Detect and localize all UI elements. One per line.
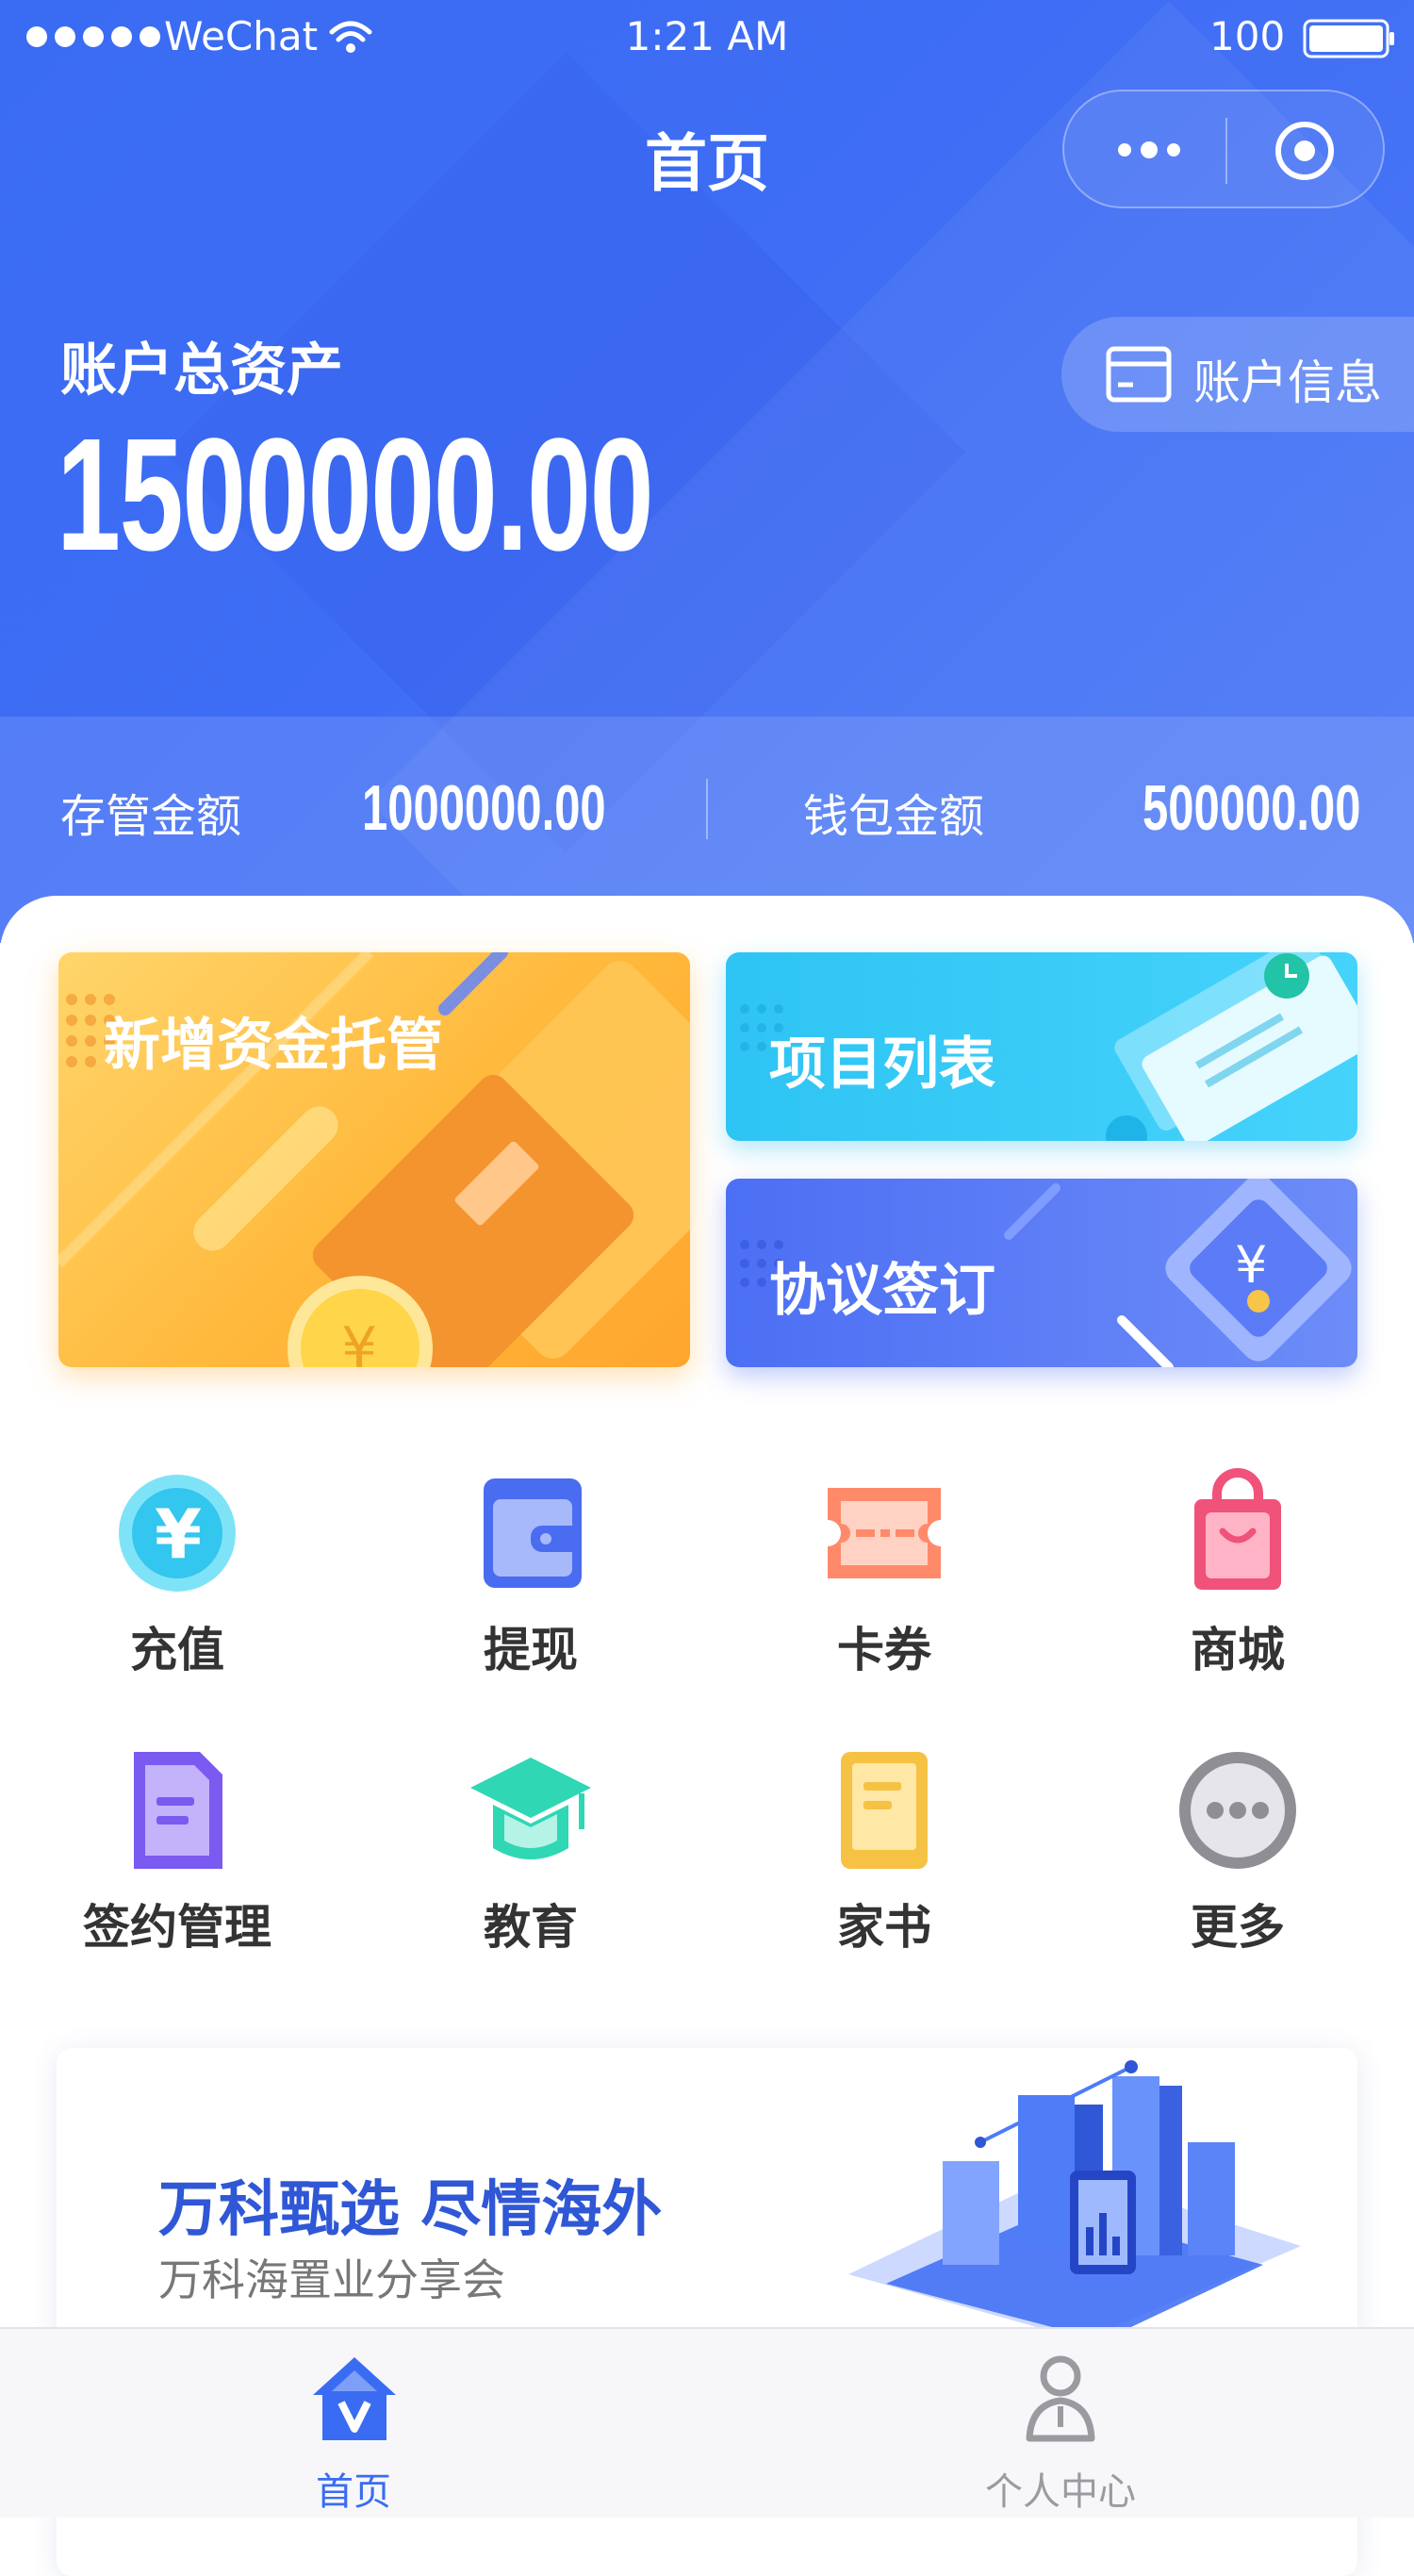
more-icon [1172, 1744, 1304, 1876]
grid-item-recharge[interactable]: ¥ 充值 [36, 1467, 319, 1680]
tab-profile-label: 个人中心 [985, 2470, 1136, 2514]
mini-program-capsule [1062, 90, 1385, 208]
grid-item-more[interactable]: 更多 [1096, 1744, 1379, 1957]
tab-bar: 首页 个人中心 [0, 2327, 1414, 2518]
grid-item-family-letter[interactable]: 家书 [743, 1744, 1026, 1957]
grid-item-mall[interactable]: 商城 [1096, 1467, 1379, 1680]
account-header: WeChat 1:21 AM 100 首页 账户总资产 1500000.00 账… [0, 0, 1414, 943]
account-info-button[interactable]: 账户信息 [1061, 317, 1414, 432]
grid-item-withdraw[interactable]: 提现 [389, 1467, 672, 1680]
close-target-icon[interactable] [1272, 118, 1338, 184]
card-icon [1106, 346, 1172, 403]
grid-item-label: 卡券 [837, 1623, 931, 1677]
project-list-title: 项目列表 [769, 1032, 995, 1098]
wallet-amount-label: 钱包金额 [803, 790, 985, 843]
wallet-amount-value: 500000.00 [1143, 772, 1361, 844]
total-assets-amount: 1500000.00 [57, 405, 654, 585]
tab-home-label: 首页 [316, 2470, 391, 2514]
status-bar: WeChat 1:21 AM 100 [0, 0, 1414, 75]
svg-text:¥: ¥ [155, 1494, 202, 1574]
new-custody-card[interactable]: ¥ 新增资金托管 [58, 952, 690, 1367]
promo-subtitle: 万科海置业分享会 [158, 2254, 505, 2305]
status-time: 1:21 AM [625, 13, 789, 59]
promo-title: 万科甄选 尽情海外 [158, 2175, 663, 2245]
book-icon [818, 1744, 950, 1876]
custody-amount-value: 1000000.00 [362, 772, 606, 844]
custody-amount-label: 存管金额 [60, 790, 242, 843]
grid-item-label: 充值 [130, 1623, 224, 1677]
grid-item-label: 家书 [837, 1900, 931, 1955]
total-assets-label: 账户总资产 [60, 338, 343, 404]
person-icon [1026, 2355, 1095, 2442]
grid-item-label: 更多 [1191, 1900, 1285, 1955]
account-info-label: 账户信息 [1193, 355, 1382, 410]
home-icon [313, 2357, 396, 2440]
graduation-cap-icon [465, 1744, 597, 1876]
grid-item-label: 提现 [484, 1623, 578, 1677]
shopping-bag-icon [1172, 1467, 1304, 1599]
grid-item-contract-management[interactable]: 签约管理 [36, 1744, 319, 1957]
grid-item-coupons[interactable]: 卡券 [743, 1467, 1026, 1680]
grid-item-label: 教育 [484, 1900, 578, 1955]
svg-text:¥: ¥ [1235, 1235, 1267, 1295]
grid-item-label: 商城 [1191, 1623, 1285, 1677]
more-dots-icon[interactable] [1111, 131, 1187, 169]
grid-item-label: 签约管理 [83, 1900, 271, 1955]
battery-level: 100 [1209, 13, 1286, 59]
breakdown-divider [706, 779, 708, 839]
capsule-divider [1225, 118, 1227, 184]
agreement-title: 协议签订 [769, 1258, 995, 1324]
project-list-card[interactable]: 项目列表 [726, 952, 1357, 1141]
agreement-card[interactable]: ¥ 协议签订 [726, 1179, 1357, 1367]
document-icon [111, 1744, 243, 1876]
battery-icon [1303, 19, 1394, 58]
wallet-withdraw-icon [465, 1467, 597, 1599]
tab-home[interactable]: 首页 [0, 2329, 707, 2518]
recharge-yen-icon: ¥ [111, 1467, 243, 1599]
new-custody-title: 新增资金托管 [104, 1013, 443, 1079]
svg-text:¥: ¥ [341, 1315, 377, 1367]
tab-profile[interactable]: 个人中心 [707, 2329, 1414, 2518]
grid-item-education[interactable]: 教育 [389, 1744, 672, 1957]
city-illustration [848, 2060, 1301, 2340]
ticket-icon [818, 1467, 950, 1599]
